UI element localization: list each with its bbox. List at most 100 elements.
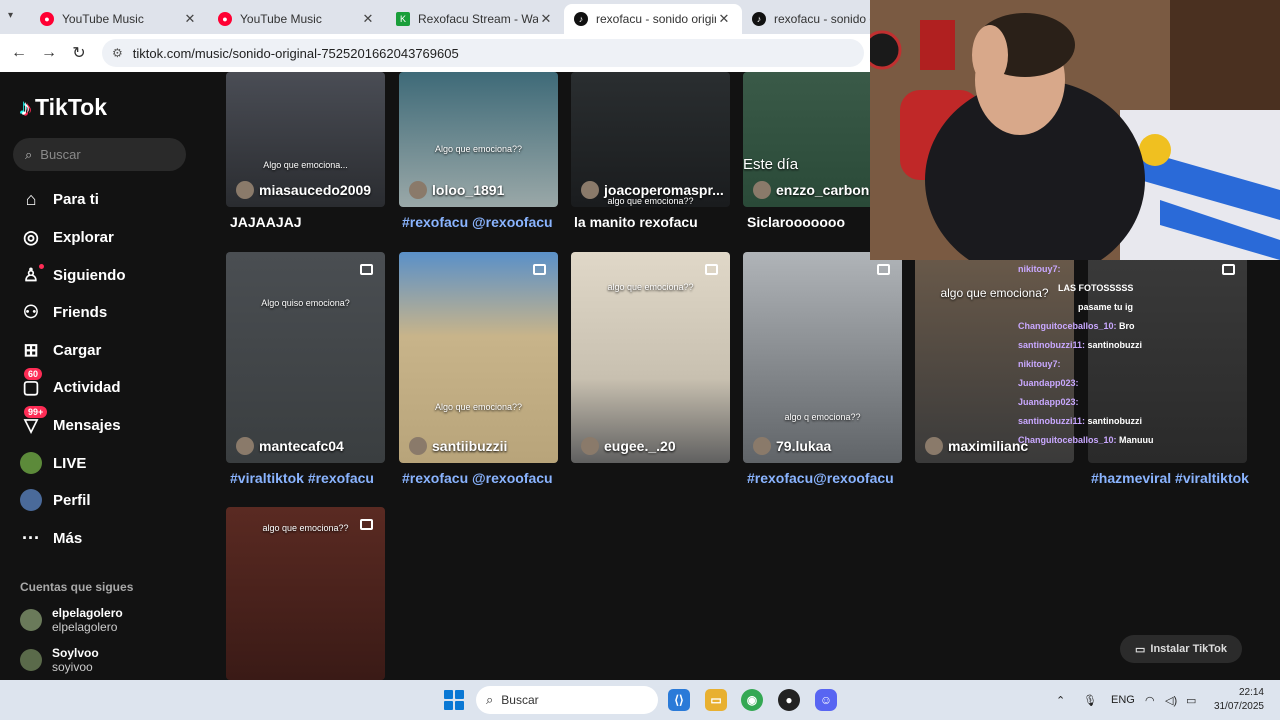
forward-arrow-icon[interactable]: → xyxy=(34,44,64,62)
author-name: 79.lukaa xyxy=(776,438,832,454)
browser-tab[interactable]: ● YouTube Music ✕ xyxy=(208,4,386,34)
nav-item-perfil[interactable]: Perfil xyxy=(20,489,91,511)
video-thumbnail[interactable]: algo que emociona?? xyxy=(226,507,385,680)
avatar xyxy=(236,181,254,199)
photo-mode-icon xyxy=(360,264,373,275)
monitor-icon: ▭ xyxy=(1134,643,1146,656)
close-tab-icon[interactable]: ✕ xyxy=(538,11,554,27)
account-handle: soyivoo xyxy=(52,660,93,674)
chrome-icon[interactable]: ◉ xyxy=(741,689,763,711)
sidebar: ♪ TikTok ⌕ Buscar ⌂ Para ti ◎ Explorar ♙ Sigu… xyxy=(0,72,200,680)
nav-item-explorar[interactable]: ◎ Explorar xyxy=(20,226,114,248)
close-tab-icon[interactable]: ✕ xyxy=(360,11,376,27)
video-description[interactable]: #hazmeviral #viraltiktok xyxy=(1091,470,1249,486)
video-description[interactable]: #viraltiktok #rexofacu xyxy=(230,470,374,486)
video-author: loloo_1891 xyxy=(409,181,504,199)
taskbar-search-placeholder: Buscar xyxy=(501,693,539,707)
browser-tab[interactable]: ♪ rexofacu - sonido origi xyxy=(742,4,882,34)
video-description[interactable]: Siclarooooooo xyxy=(747,214,845,230)
wifi-icon[interactable]: ◠ xyxy=(1145,680,1155,720)
video-caption: Algo que emociona... xyxy=(263,160,348,170)
vscode-icon[interactable]: ⟨⟩ xyxy=(668,689,690,711)
video-author: 79.lukaa xyxy=(753,437,831,455)
video-thumbnail[interactable]: Algo que emociona?? loloo_1891 xyxy=(399,72,558,207)
show-hidden-icons-icon[interactable]: ⌃ xyxy=(1056,680,1065,720)
browser-tab[interactable]: K Rexofacu Stream - Watch L✕ xyxy=(386,4,564,34)
video-caption: Algo que emociona?? xyxy=(434,402,523,412)
chat-text: pasame tu ig xyxy=(1078,302,1134,312)
close-tab-icon[interactable]: ✕ xyxy=(716,11,732,27)
url-input[interactable]: ⚙ tiktok.com/music/sonido-original-75252… xyxy=(102,39,864,67)
search-input[interactable]: ⌕ Buscar xyxy=(13,138,186,171)
live-icon xyxy=(20,452,42,474)
chat-text: santinobuzzi xyxy=(1087,340,1143,350)
tab-title: YouTube Music xyxy=(240,12,322,26)
file-explorer-icon[interactable]: ▭ xyxy=(705,689,727,711)
video-thumbnail[interactable]: Algo que emociona?? santiibuzzii xyxy=(399,252,558,463)
chat-message: Changuitoceballos_10: Bro xyxy=(1018,317,1248,336)
close-tab-icon[interactable]: ✕ xyxy=(182,11,198,27)
discord-icon[interactable]: ☺ xyxy=(815,689,837,711)
author-name: enzzo_carbone xyxy=(776,182,878,198)
search-icon: ⌕ xyxy=(486,692,494,707)
video-thumbnail[interactable]: algo q emociona?? 79.lukaa xyxy=(743,252,902,463)
avatar xyxy=(409,437,427,455)
avatar xyxy=(753,181,771,199)
microphone-icon[interactable]: 🎙 xyxy=(1083,680,1097,720)
video-thumbnail[interactable]: algo que emociona?? joacoperomaspr... xyxy=(571,72,730,207)
site-info-icon[interactable]: ⚙ xyxy=(112,46,123,60)
following-account[interactable]: Soylvoo soyivoo xyxy=(20,646,99,674)
tiktok-icon: ♪ xyxy=(752,12,766,26)
taskbar-search-input[interactable]: ⌕ Buscar xyxy=(476,686,658,714)
browser-tab[interactable]: ● YouTube Music ✕ xyxy=(30,4,208,34)
video-thumbnail[interactable]: algo que emociona?? eugee._.20 xyxy=(571,252,730,463)
activity-badge: 60 xyxy=(24,368,43,380)
windows-start-icon[interactable] xyxy=(444,690,464,710)
browser-tab-active[interactable]: ♪ rexofacu - sonido original✕ xyxy=(564,4,742,34)
nav-item-mas[interactable]: ··· Más xyxy=(20,527,82,549)
tab-search-chevron-icon[interactable]: ▾ xyxy=(8,10,13,21)
video-author: maximilianc xyxy=(925,437,1028,455)
more-icon: ··· xyxy=(22,527,40,548)
user-follow-icon: ♙ xyxy=(20,264,44,286)
video-description[interactable]: la manito rexofacu xyxy=(574,214,698,230)
chat-text: Manuuu xyxy=(1119,435,1154,445)
chat-text: santinobuzzi xyxy=(1087,416,1143,426)
chat-author: santinobuzzi11: xyxy=(1018,340,1086,350)
video-description[interactable]: #rexofacu @rexoofacu xyxy=(402,214,553,230)
following-account[interactable]: elpelagolero elpelagolero xyxy=(20,606,123,634)
install-label: Instalar TikTok xyxy=(1150,643,1228,655)
back-arrow-icon[interactable]: ← xyxy=(4,44,34,62)
nav-label: Para ti xyxy=(53,190,99,208)
account-name: elpelagolero xyxy=(52,606,123,620)
nav-item-cargar[interactable]: ⊞ Cargar xyxy=(20,339,101,361)
author-name: miasaucedo2009 xyxy=(259,182,372,198)
nav-item-para-ti[interactable]: ⌂ Para ti xyxy=(20,188,99,210)
video-description[interactable]: #rexofacu@rexoofacu xyxy=(747,470,894,486)
nav-item-siguiendo[interactable]: ♙ Siguiendo xyxy=(20,264,126,286)
reload-icon[interactable]: ↻ xyxy=(64,43,94,63)
video-thumbnail[interactable]: Algo quiso emociona? mantecafc04 xyxy=(226,252,385,463)
nav-item-live[interactable]: LIVE xyxy=(20,452,86,474)
language-indicator[interactable]: ENG xyxy=(1111,680,1135,720)
nav-item-friends[interactable]: ⚇ Friends xyxy=(20,301,107,323)
messages-badge: 99+ xyxy=(24,406,48,418)
volume-icon[interactable]: ◁) xyxy=(1165,680,1177,720)
battery-icon[interactable]: ▭ xyxy=(1186,680,1196,720)
activity-icon: ▢ 60 xyxy=(20,368,43,398)
install-tiktok-button[interactable]: ▭ Instalar TikTok xyxy=(1120,635,1242,663)
nav-item-mensajes[interactable]: ▽ 99+ Mensajes xyxy=(20,406,121,436)
stream-chat-overlay: nikitouy7: LAS FOTOSSSSS pasame tu ig Ch… xyxy=(1018,260,1248,460)
video-author: eugee._.20 xyxy=(581,437,676,455)
nav-label: Friends xyxy=(53,303,108,321)
tiktok-logo[interactable]: ♪ TikTok xyxy=(20,94,107,121)
address-bar: ← → ↻ ⚙ tiktok.com/music/sonido-original… xyxy=(0,34,870,72)
search-placeholder: Buscar xyxy=(40,147,81,162)
video-description[interactable]: JAJAAJAJ xyxy=(230,214,302,230)
video-caption: Algo que emociona?? xyxy=(434,144,523,154)
nav-item-actividad[interactable]: ▢ 60 Actividad xyxy=(20,368,121,398)
video-thumbnail[interactable]: Algo que emociona... miasaucedo2009 xyxy=(226,72,385,207)
video-description[interactable]: #rexofacu @rexoofacu xyxy=(402,470,553,486)
system-clock[interactable]: 22:14 31/07/2025 xyxy=(1214,686,1264,714)
obs-icon[interactable]: ● xyxy=(778,689,800,711)
